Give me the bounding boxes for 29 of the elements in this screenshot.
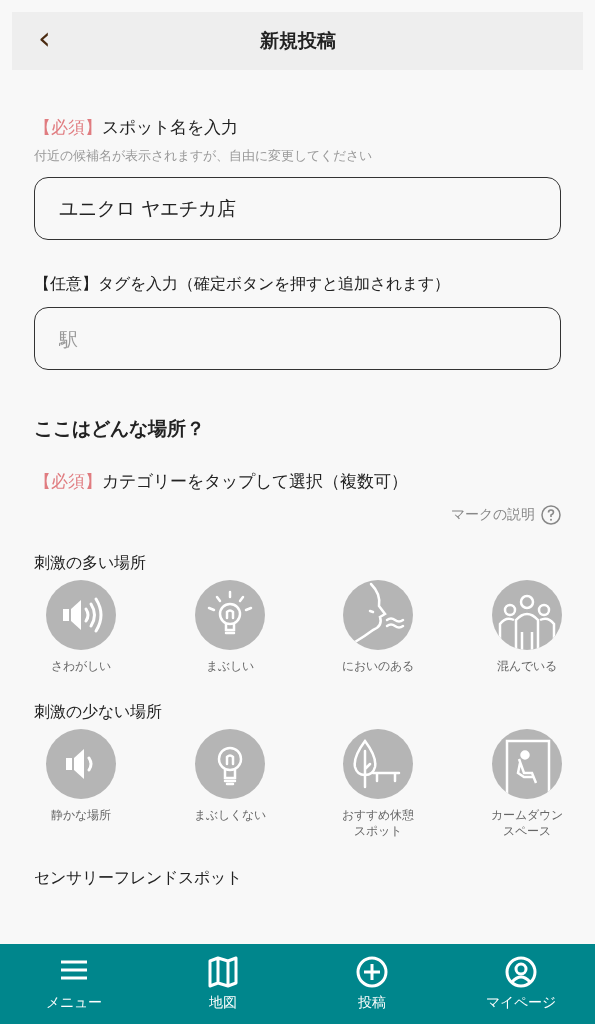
page-title: 新規投稿	[259, 28, 336, 53]
category-button[interactable]: まぶしくない	[179, 729, 280, 840]
category-button[interactable]: おすすめ休憩スポット	[328, 729, 429, 840]
group-title: 刺激の多い場所	[34, 553, 147, 574]
user-icon	[504, 956, 537, 988]
legend-link[interactable]: マークの説明	[451, 505, 561, 525]
hint-text: 付近の候補名が表示されますが、自由に変更してください	[34, 147, 373, 165]
back-button[interactable]: ‹	[34, 22, 55, 54]
category-button[interactable]: 静かな場所	[31, 729, 131, 840]
group-title: 刺激の少ない場所	[34, 702, 163, 724]
section-title: ここはどんな場所？	[34, 416, 206, 441]
category-button[interactable]: においのある	[328, 580, 429, 675]
tag-field[interactable]: 駅	[34, 307, 561, 370]
category-button[interactable]: カームダウンスペース	[476, 729, 577, 840]
nav-button[interactable]: メニュー	[14, 956, 135, 1012]
field-label: 【任意】タグを入力（確定ボタンを押すと追加されます）	[34, 274, 451, 295]
spot-name-field[interactable]: ユニクロ ヤエチカ店	[34, 177, 561, 240]
group-title: センサリーフレンドスポット	[34, 867, 243, 889]
category-button[interactable]: 混んでいる	[476, 580, 577, 675]
category-button[interactable]: さわがしい	[31, 580, 131, 675]
plus-circle-icon	[355, 956, 388, 988]
field-label: 【必須】スポット名を入力	[34, 116, 239, 139]
nav-button[interactable]: マイページ	[460, 956, 581, 1012]
map-icon	[207, 956, 240, 988]
field-label: 【必須】カテゴリーをタップして選択（複数可）	[34, 470, 409, 493]
help-icon	[541, 505, 561, 525]
nav-button[interactable]: 地図	[163, 956, 284, 1012]
category-button[interactable]: まぶしい	[179, 580, 280, 675]
nav-button[interactable]: 投稿	[311, 956, 432, 1012]
